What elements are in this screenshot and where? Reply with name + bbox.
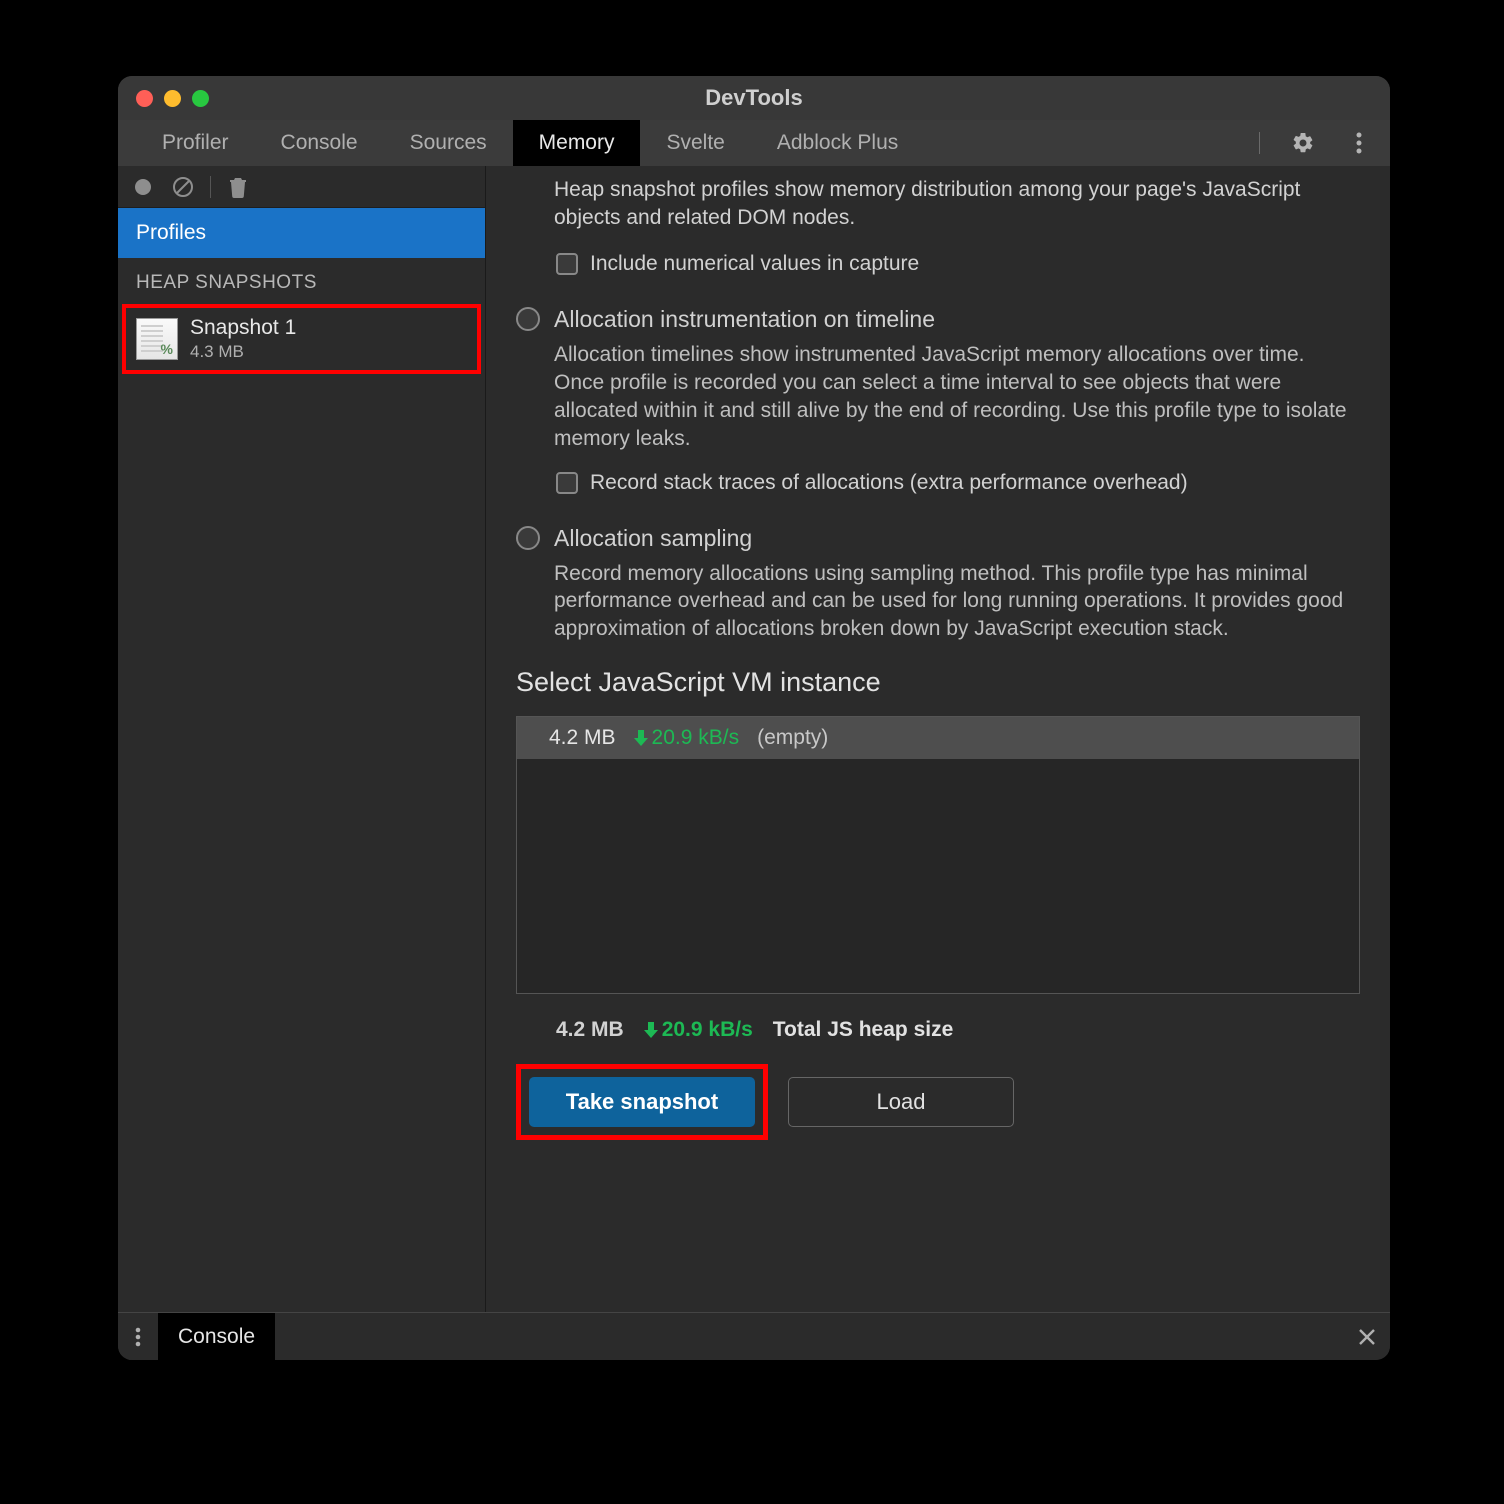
heap-summary-label: Total JS heap size xyxy=(773,1018,954,1042)
snapshot-item[interactable]: Snapshot 1 4.3 MB xyxy=(122,304,481,374)
vm-instance-name: (empty) xyxy=(757,726,828,750)
sidebar-section-heap-snapshots: HEAP SNAPSHOTS xyxy=(118,258,485,304)
allocation-sampling-radio[interactable] xyxy=(516,526,540,550)
allocation-timeline-radio[interactable] xyxy=(516,307,540,331)
close-window-button[interactable] xyxy=(136,90,153,107)
traffic-lights xyxy=(136,90,209,107)
record-icon[interactable] xyxy=(130,174,156,200)
vm-instance-section-title: Select JavaScript VM instance xyxy=(516,667,1360,698)
sidebar-tab-profiles[interactable]: Profiles xyxy=(118,208,485,258)
drawer-kebab-menu-icon[interactable] xyxy=(118,1313,158,1360)
include-numerical-values-label: Include numerical values in capture xyxy=(590,252,919,276)
snapshot-size: 4.3 MB xyxy=(190,342,296,362)
separator xyxy=(1259,132,1260,154)
allocation-timeline-description: Allocation timelines show instrumented J… xyxy=(516,341,1360,453)
tab-adblock-plus[interactable]: Adblock Plus xyxy=(751,120,924,166)
heap-summary-row: 4.2 MB 20.9 kB/s Total JS heap size xyxy=(516,994,1360,1050)
take-snapshot-button[interactable]: Take snapshot xyxy=(529,1077,755,1127)
drawer-close-icon[interactable] xyxy=(1344,1313,1390,1360)
tab-svelte[interactable]: Svelte xyxy=(640,120,750,166)
tab-profiler[interactable]: Profiler xyxy=(136,120,255,166)
tab-sources[interactable]: Sources xyxy=(384,120,513,166)
vm-instance-row[interactable]: 4.2 MB 20.9 kB/s (empty) xyxy=(517,717,1359,759)
heap-snapshot-description: Heap snapshot profiles show memory distr… xyxy=(554,176,1360,232)
snapshot-thumbnail-icon xyxy=(136,318,178,360)
load-button[interactable]: Load xyxy=(788,1077,1014,1127)
trash-icon[interactable] xyxy=(225,174,251,200)
main-area: Profiles HEAP SNAPSHOTS Snapshot 1 4.3 M… xyxy=(118,166,1390,1312)
record-stack-traces-label: Record stack traces of allocations (extr… xyxy=(590,471,1188,495)
clear-icon[interactable] xyxy=(170,174,196,200)
window-title: DevTools xyxy=(118,85,1390,111)
tab-strip: Profiler Console Sources Memory Svelte A… xyxy=(118,120,1390,166)
allocation-sampling-description: Record memory allocations using sampling… xyxy=(516,560,1360,644)
maximize-window-button[interactable] xyxy=(192,90,209,107)
devtools-window: DevTools Profiler Console Sources Memory… xyxy=(118,76,1390,1360)
minimize-window-button[interactable] xyxy=(164,90,181,107)
heap-summary-rate: 20.9 kB/s xyxy=(644,1018,753,1042)
arrow-down-icon xyxy=(634,730,648,746)
vm-instance-rate: 20.9 kB/s xyxy=(634,726,740,750)
vm-instance-size: 4.2 MB xyxy=(549,726,616,750)
tab-console[interactable]: Console xyxy=(255,120,384,166)
vm-instance-list: 4.2 MB 20.9 kB/s (empty) xyxy=(516,716,1360,994)
heap-summary-size: 4.2 MB xyxy=(556,1018,624,1042)
drawer-tab-console[interactable]: Console xyxy=(158,1313,275,1360)
content-area: Heap snapshot profiles show memory distr… xyxy=(486,166,1390,1312)
sidebar-toolbar xyxy=(118,166,485,208)
include-numerical-values-checkbox[interactable] xyxy=(556,253,578,275)
separator xyxy=(210,176,211,198)
tab-memory[interactable]: Memory xyxy=(513,120,641,166)
allocation-timeline-label: Allocation instrumentation on timeline xyxy=(554,306,935,333)
gear-icon[interactable] xyxy=(1290,130,1316,156)
record-stack-traces-checkbox[interactable] xyxy=(556,472,578,494)
titlebar: DevTools xyxy=(118,76,1390,120)
sidebar: Profiles HEAP SNAPSHOTS Snapshot 1 4.3 M… xyxy=(118,166,486,1312)
allocation-sampling-label: Allocation sampling xyxy=(554,525,752,552)
snapshot-title: Snapshot 1 xyxy=(190,316,296,340)
kebab-menu-icon[interactable] xyxy=(1346,130,1372,156)
drawer: Console xyxy=(118,1312,1390,1360)
arrow-down-icon xyxy=(644,1022,658,1038)
take-snapshot-highlight: Take snapshot xyxy=(516,1064,768,1140)
